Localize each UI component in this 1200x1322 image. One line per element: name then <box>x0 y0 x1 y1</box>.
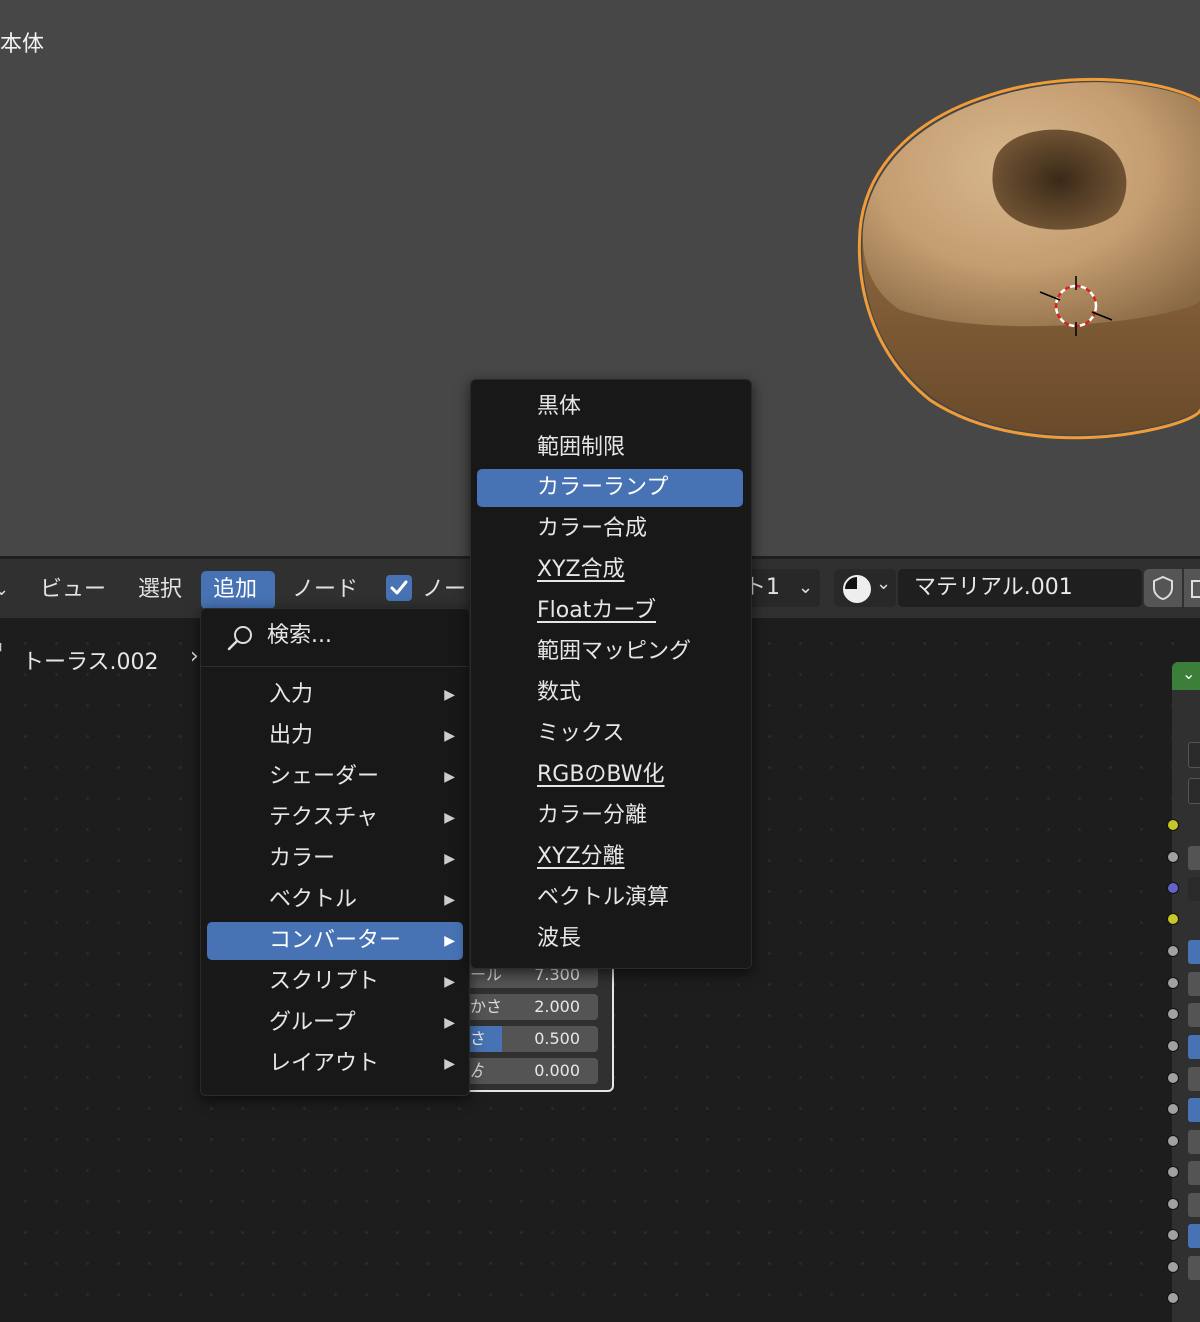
submenu-arrow-icon: ▶ <box>444 974 455 990</box>
viewport-object-label: 本体 <box>0 32 45 57</box>
socket-color[interactable] <box>1167 913 1179 925</box>
converter-item-blackbody[interactable]: 黒体 <box>477 388 743 426</box>
submenu-arrow-icon: ▶ <box>444 1056 455 1072</box>
converter-item-clamp[interactable]: 範囲制限 <box>477 429 743 467</box>
material-sphere-icon <box>843 575 871 603</box>
socket-float[interactable] <box>1167 1292 1179 1304</box>
converter-item-color-ramp[interactable]: カラーランプ <box>477 469 743 507</box>
node-dropdown[interactable] <box>1188 742 1200 768</box>
converter-item-float-curve[interactable]: Floatカーブ <box>477 592 743 630</box>
converter-item-mix[interactable]: ミックス <box>477 715 743 753</box>
editor-type-chevron-icon[interactable]: ⌄ <box>0 571 12 609</box>
node-value-field[interactable] <box>1188 877 1200 901</box>
node-value-field[interactable] <box>1188 1130 1200 1154</box>
add-menu-item-texture[interactable]: テクスチャ ▶ <box>207 799 463 837</box>
node-value-field[interactable] <box>1188 1193 1200 1217</box>
breadcrumb-object: トーラス.002 <box>22 650 159 675</box>
add-menu-item-output[interactable]: 出力 ▶ <box>207 717 463 755</box>
socket-vector[interactable] <box>1167 882 1179 894</box>
copy-icon <box>1191 580 1200 598</box>
converter-item-separate-xyz[interactable]: XYZ分離 <box>477 838 743 876</box>
node-value-field[interactable] <box>1188 972 1200 996</box>
add-menu-item-group[interactable]: グループ ▶ <box>207 1004 463 1042</box>
add-menu: 検索... 入力 ▶ 出力 ▶ シェーダー ▶ テクスチャ ▶ カラー ▶ ベク… <box>200 608 470 1096</box>
converter-item-math[interactable]: 数式 <box>477 674 743 712</box>
node-value-field[interactable] <box>1188 1161 1200 1185</box>
submenu-arrow-icon: ▶ <box>444 728 455 744</box>
chevron-down-icon: ⌄ <box>876 573 892 594</box>
socket-float[interactable] <box>1167 1229 1179 1241</box>
submenu-arrow-icon: ▶ <box>444 1015 455 1031</box>
socket-float[interactable] <box>1167 851 1179 863</box>
node-field-roughness[interactable]: さ 0.500 <box>464 1026 598 1052</box>
submenu-arrow-icon: ▶ <box>444 810 455 826</box>
collapse-chevron-icon[interactable]: ⌄ <box>1182 664 1195 683</box>
shield-icon <box>1153 575 1173 601</box>
socket-color[interactable] <box>1167 819 1179 831</box>
node-value-field[interactable] <box>1188 1098 1200 1122</box>
socket-float[interactable] <box>1167 1135 1179 1147</box>
converter-item-wavelength[interactable]: 波長 <box>477 920 743 958</box>
submenu-arrow-icon: ▶ <box>444 769 455 785</box>
add-menu-item-vector[interactable]: ベクトル ▶ <box>207 881 463 919</box>
node-value-field[interactable] <box>1188 1067 1200 1091</box>
add-menu-item-layout[interactable]: レイアウト ▶ <box>207 1045 463 1083</box>
checkbox-checked-icon[interactable] <box>386 575 412 601</box>
submenu-arrow-icon: ▶ <box>444 687 455 703</box>
converter-item-rgb-to-bw[interactable]: RGBのBW化 <box>477 756 743 794</box>
node-value-field[interactable] <box>1188 1003 1200 1027</box>
pin-icon: ╹ <box>0 644 5 660</box>
converter-item-separate-color[interactable]: カラー分離 <box>477 797 743 835</box>
node-field-distortion[interactable]: ゟ 0.000 <box>464 1058 598 1084</box>
socket-float[interactable] <box>1167 1198 1179 1210</box>
converter-item-combine-xyz[interactable]: XYZ合成 <box>477 551 743 589</box>
socket-float[interactable] <box>1167 1261 1179 1273</box>
material-name-field[interactable]: マテリアル.001 <box>898 569 1142 607</box>
add-menu-item-script[interactable]: スクリプト ▶ <box>207 963 463 1001</box>
fake-user-button[interactable] <box>1144 569 1182 607</box>
socket-float[interactable] <box>1167 1103 1179 1115</box>
converter-item-vector-math[interactable]: ベクトル演算 <box>477 879 743 917</box>
use-nodes-label[interactable]: ノー <box>410 571 478 609</box>
add-menu-search[interactable]: 検索... <box>205 617 463 655</box>
node-dropdown[interactable] <box>1188 778 1200 804</box>
node-value-field[interactable] <box>1188 846 1200 870</box>
breadcrumb-chevron-icon: › <box>190 644 199 669</box>
converter-item-combine-color[interactable]: カラー合成 <box>477 510 743 548</box>
node-value-field[interactable] <box>1188 1224 1200 1248</box>
texture-node[interactable]: ール 7.300 かさ 2.000 さ 0.500 ゟ 0.000 <box>462 956 614 1092</box>
socket-float[interactable] <box>1167 977 1179 989</box>
converter-submenu: 黒体 範囲制限 カラーランプ カラー合成 XYZ合成 Floatカーブ 範囲マッ… <box>470 379 752 969</box>
submenu-arrow-icon: ▶ <box>444 933 455 949</box>
converter-item-map-range[interactable]: 範囲マッピング <box>477 633 743 671</box>
node-value-field[interactable] <box>1188 1256 1200 1280</box>
socket-float[interactable] <box>1167 945 1179 957</box>
search-icon <box>227 626 252 651</box>
add-menu-item-input[interactable]: 入力 ▶ <box>207 676 463 714</box>
node-field-detail[interactable]: かさ 2.000 <box>464 994 598 1020</box>
menu-add[interactable]: 追加 <box>201 571 275 609</box>
menu-separator <box>201 666 469 667</box>
menu-node[interactable]: ノード <box>280 571 370 609</box>
socket-float[interactable] <box>1167 1072 1179 1084</box>
socket-float[interactable] <box>1167 1166 1179 1178</box>
submenu-arrow-icon: ▶ <box>444 851 455 867</box>
add-menu-item-shader[interactable]: シェーダー ▶ <box>207 758 463 796</box>
material-browse-button[interactable]: ⌄ <box>834 569 896 607</box>
menu-view[interactable]: ビュー <box>28 571 118 609</box>
socket-float[interactable] <box>1167 1040 1179 1052</box>
node-value-field[interactable] <box>1188 1035 1200 1059</box>
submenu-arrow-icon: ▶ <box>444 892 455 908</box>
chevron-down-icon: ⌄ <box>798 577 814 598</box>
add-menu-item-color[interactable]: カラー ▶ <box>207 840 463 878</box>
menu-select[interactable]: 選択 <box>126 571 194 609</box>
node-header[interactable]: ⌄ <box>1172 662 1200 690</box>
duplicate-material-button[interactable] <box>1184 569 1200 607</box>
socket-float[interactable] <box>1167 1008 1179 1020</box>
node-value-field[interactable] <box>1188 940 1200 964</box>
add-menu-item-converter[interactable]: コンバーター ▶ <box>207 922 463 960</box>
